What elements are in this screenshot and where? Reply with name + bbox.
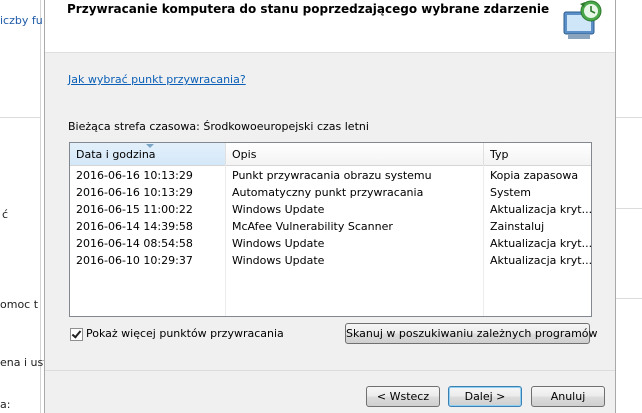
dialog-header: Przywracanie komputera do stanu poprzedz… (45, 0, 615, 53)
table-row[interactable]: 2016-06-10 10:29:37 Windows Update Aktua… (70, 252, 591, 269)
back-button[interactable]: < Wstecz (366, 386, 440, 407)
sort-arrow-icon (146, 144, 154, 148)
background-divider (615, 117, 642, 118)
cancel-button[interactable]: Anuluj (531, 386, 605, 407)
cell-description: Windows Update (232, 203, 325, 216)
system-restore-dialog: Przywracanie komputera do stanu poprzedz… (44, 0, 616, 413)
column-header-description[interactable]: Opis (226, 143, 483, 165)
cell-description: McAfee Vulnerability Scanner (232, 220, 393, 233)
cell-date: 2016-06-14 08:54:58 (76, 237, 193, 250)
column-header-date[interactable]: Data i godzina (70, 143, 225, 165)
background-window-right (614, 0, 642, 413)
column-header-label: Data i godzina (76, 148, 156, 161)
column-header-label: Typ (490, 148, 509, 161)
cell-type: Kopia zapasowa (490, 169, 579, 182)
dialog-title: Przywracanie komputera do stanu poprzedz… (67, 2, 550, 16)
background-text: ć (2, 208, 9, 221)
background-divider (615, 298, 642, 299)
background-text: ena i ust (0, 356, 48, 369)
timezone-label: Bieżąca strefa czasowa: Środkowoeuropejs… (68, 120, 369, 133)
cell-type: Aktualizacja kryt... (490, 254, 591, 267)
cell-description: Punkt przywracania obrazu systemu (232, 169, 432, 182)
scan-affected-programs-button[interactable]: Skanuj w poszukiwaniu zależnych programó… (345, 323, 598, 344)
cell-date: 2016-06-10 10:29:37 (76, 254, 193, 267)
column-header-label: Opis (232, 148, 257, 161)
footer-divider (45, 370, 615, 371)
cell-type: Aktualizacja kryt... (490, 203, 591, 216)
cell-description: Automatyczny punkt przywracania (232, 186, 424, 199)
cell-description: Windows Update (232, 254, 325, 267)
show-more-restore-points-checkbox[interactable] (70, 328, 83, 341)
background-text: omoc t (0, 298, 39, 311)
table-row[interactable]: 2016-06-16 10:13:29 Automatyczny punkt p… (70, 184, 591, 201)
cell-date: 2016-06-15 11:00:22 (76, 203, 193, 216)
background-link-text[interactable]: iczby fu (0, 14, 43, 27)
cell-description: Windows Update (232, 237, 325, 250)
cell-type: Zainstaluj (490, 220, 545, 233)
background-divider (0, 117, 40, 118)
cell-date: 2016-06-16 10:13:29 (76, 186, 193, 199)
background-divider (615, 208, 642, 209)
how-to-choose-restore-point-link[interactable]: Jak wybrać punkt przywracania? (68, 73, 246, 86)
table-row[interactable]: 2016-06-16 10:13:29 Punkt przywracania o… (70, 167, 591, 184)
column-header-type[interactable]: Typ (484, 143, 591, 165)
cell-date: 2016-06-14 14:39:58 (76, 220, 193, 233)
cell-type: Aktualizacja kryt... (490, 237, 591, 250)
system-restore-icon (563, 0, 602, 39)
table-row[interactable]: 2016-06-15 11:00:22 Windows Update Aktua… (70, 201, 591, 218)
next-button[interactable]: Dalej > (448, 386, 522, 407)
background-text: a: (0, 398, 11, 411)
cell-type: System (490, 186, 532, 199)
show-more-restore-points-label[interactable]: Pokaż więcej punktów przywracania (86, 327, 284, 340)
list-header: Data i godzina Opis Typ (70, 143, 591, 166)
table-row[interactable]: 2016-06-14 08:54:58 Windows Update Aktua… (70, 235, 591, 252)
restore-points-list[interactable]: Data i godzina Opis Typ 2016-06-16 10:13… (69, 142, 592, 317)
table-row[interactable]: 2016-06-14 14:39:58 McAfee Vulnerability… (70, 218, 591, 235)
cell-date: 2016-06-16 10:13:29 (76, 169, 193, 182)
background-window: iczby fu ć omoc t ena i ust a: (0, 0, 48, 413)
